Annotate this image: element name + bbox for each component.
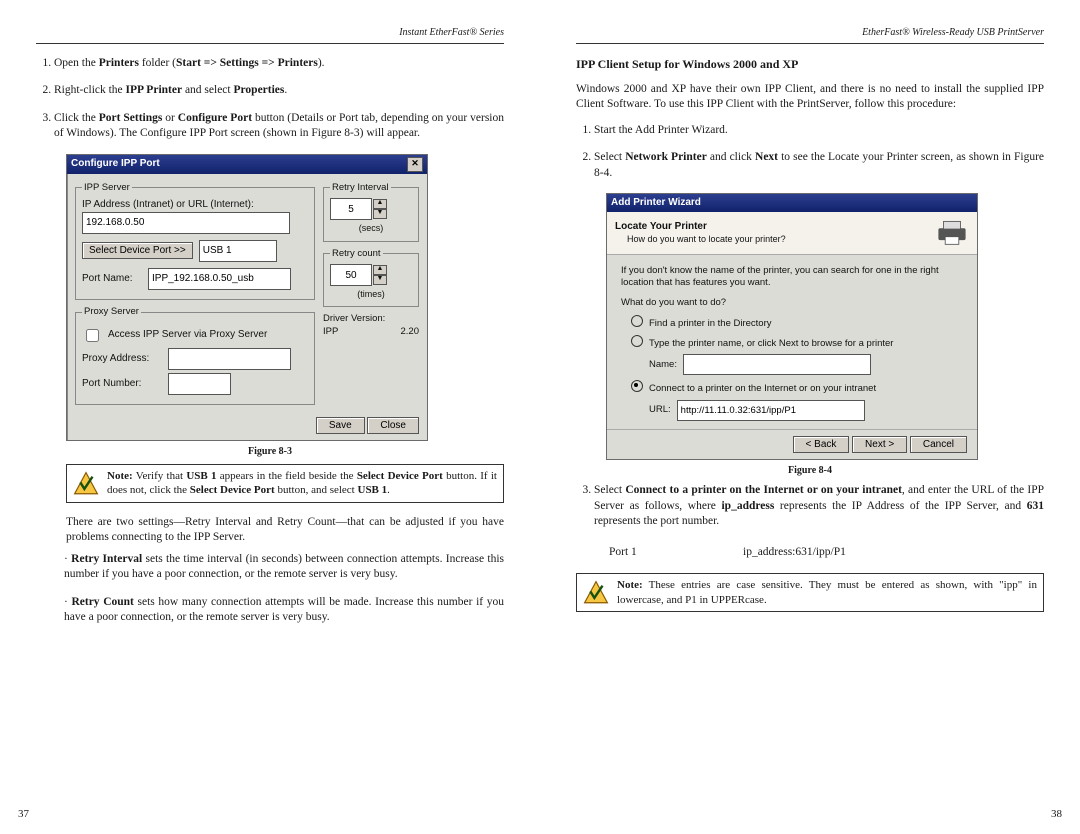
port-name-input[interactable] (148, 268, 291, 290)
ipp-server-group: IPP Server IP Address (Intranet) or URL … (75, 182, 315, 300)
retry-count-stepper[interactable]: ▲▼ (373, 265, 387, 285)
warning-icon (73, 471, 99, 497)
printer-url-input[interactable] (677, 400, 865, 421)
opt-directory[interactable]: Find a printer in the Directory (631, 314, 963, 330)
retry-intro: There are two settings—Retry Interval an… (66, 515, 504, 546)
proxy-checkbox[interactable] (86, 329, 99, 342)
step-3: Click the Port Settings or Configure Por… (54, 111, 504, 142)
retry-interval-input[interactable] (330, 198, 372, 220)
left-steps: Open the Printers folder (Start => Setti… (36, 56, 504, 142)
cancel-button[interactable]: Cancel (910, 436, 967, 453)
back-button[interactable]: < Back (793, 436, 850, 453)
retry-interval-stepper[interactable]: ▲▼ (373, 199, 387, 219)
note-box-left: Note: Verify that USB 1 appears in the f… (66, 464, 504, 503)
opt-internet[interactable]: Connect to a printer on the Internet or … (631, 379, 963, 395)
add-printer-wizard-dialog: Add Printer Wizard Locate Your Printer H… (606, 193, 978, 460)
r-step-1: Start the Add Printer Wizard. (594, 123, 1044, 139)
dialog2-titlebar: Add Printer Wizard (607, 194, 977, 212)
printer-name-input[interactable] (683, 354, 871, 375)
dialog-titlebar: Configure IPP Port ✕ (67, 155, 427, 174)
retry-bullets: Retry Interval sets the time interval (i… (36, 552, 504, 626)
proxy-port-input[interactable] (168, 373, 231, 395)
step-2: Right-click the IPP Printer and select P… (54, 83, 504, 99)
right-page: EtherFast® Wireless-Ready USB PrintServe… (540, 0, 1080, 834)
configure-ipp-port-dialog: Configure IPP Port ✕ IPP Server IP Addre… (66, 154, 428, 441)
proxy-server-group: Proxy Server Access IPP Server via Proxy… (75, 306, 315, 405)
right-header: EtherFast® Wireless-Ready USB PrintServe… (576, 26, 1044, 44)
page-number-left: 37 (18, 807, 29, 822)
figure-8-4-caption: Figure 8-4 (576, 464, 1044, 478)
step-1: Open the Printers folder (Start => Setti… (54, 56, 504, 72)
next-button[interactable]: Next > (852, 436, 907, 453)
right-steps-cont: Select Connect to a printer on the Inter… (576, 483, 1044, 530)
ip-address-input[interactable] (82, 212, 290, 234)
figure-8-3-caption: Figure 8-3 (36, 445, 504, 459)
retry-interval-group: Retry Interval ▲▼ (secs) (323, 182, 419, 242)
proxy-address-input[interactable] (168, 348, 291, 370)
left-header: Instant EtherFast® Series (36, 26, 504, 44)
section-title: IPP Client Setup for Windows 2000 and XP (576, 56, 1044, 72)
retry-count-input[interactable] (330, 264, 372, 286)
select-device-port-button[interactable]: Select Device Port >> (82, 242, 193, 259)
banner-title: Locate Your Printer (615, 220, 786, 234)
note-box-right: Note: These entries are case sensitive. … (576, 573, 1044, 612)
page-number-right: 38 (1051, 807, 1062, 822)
left-page: Instant EtherFast® Series Open the Print… (0, 0, 540, 834)
close-button[interactable]: Close (367, 417, 419, 434)
opt-type-name[interactable]: Type the printer name, or click Next to … (631, 334, 963, 350)
device-port-field[interactable] (199, 240, 277, 262)
warning-icon (583, 580, 609, 606)
close-icon[interactable]: ✕ (407, 157, 423, 172)
banner-subtitle: How do you want to locate your printer? (627, 233, 786, 245)
dialog-title: Configure IPP Port (71, 157, 160, 171)
r-step-3: Select Connect to a printer on the Inter… (594, 483, 1044, 530)
right-steps: Start the Add Printer Wizard. Select Net… (576, 123, 1044, 182)
retry-count-group: Retry count ▲▼ (times) (323, 248, 419, 308)
r-step-2: Select Network Printer and click Next to… (594, 150, 1044, 181)
printer-icon (935, 218, 969, 248)
port-table: Port 1ip_address:631/ipp/P1 (606, 542, 849, 564)
right-intro: Windows 2000 and XP have their own IPP C… (576, 82, 1044, 113)
save-button[interactable]: Save (316, 417, 365, 434)
